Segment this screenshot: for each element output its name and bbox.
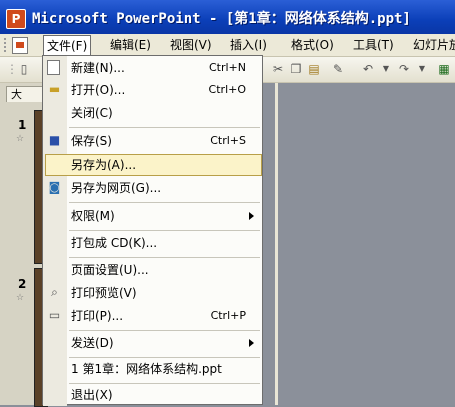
menu-item-exit[interactable]: 退出(X)	[71, 386, 113, 404]
slide-number-1: 1	[18, 118, 27, 132]
menu-item-print-preview[interactable]: 打印预览(V)	[71, 284, 137, 302]
menu-item-close[interactable]: 关闭(C)	[71, 104, 113, 122]
submenu-arrow-icon	[249, 212, 254, 220]
slide-work-area	[263, 83, 455, 405]
file-menu-dropdown: 新建(N)... Ctrl+N ▬ 打开(O)... Ctrl+O 关闭(C) …	[42, 55, 263, 406]
menu-separator	[69, 330, 260, 331]
slide-edge	[275, 83, 278, 405]
shortcut-save: Ctrl+S	[210, 134, 246, 147]
tab-outline[interactable]: 大	[6, 86, 46, 102]
shortcut-new: Ctrl+N	[208, 61, 246, 74]
title-bar: P Microsoft PowerPoint - [第1章：网络体系结构.ppt…	[0, 0, 455, 34]
slide-animation-icon-2: ☆	[16, 293, 25, 303]
menu-bar: 文件(F) 编辑(E) 视图(V) 插入(I) 格式(O) 工具(T) 幻灯片放	[0, 34, 455, 57]
new-icon[interactable]: ▯	[16, 61, 32, 77]
submenu-arrow-icon	[249, 339, 254, 347]
menu-item-open[interactable]: 打开(O)...	[71, 81, 125, 99]
shortcut-print: Ctrl+P	[210, 309, 246, 322]
menu-separator	[69, 383, 260, 384]
menu-file[interactable]: 文件(F)	[43, 35, 92, 55]
menu-separator	[69, 357, 260, 358]
menu-separator	[69, 230, 260, 231]
copy-icon[interactable]: ❐	[288, 61, 304, 77]
menu-item-save-as[interactable]: 另存为(A)...	[71, 156, 136, 174]
printer-icon: ▭	[48, 308, 61, 322]
menu-separator	[69, 202, 260, 203]
menu-item-send[interactable]: 发送(D)	[71, 334, 114, 352]
slide-animation-icon-1: ☆	[16, 134, 25, 144]
menu-tools[interactable]: 工具(T)	[350, 36, 397, 54]
menu-separator	[69, 127, 260, 128]
menu-icon-column	[43, 56, 67, 406]
menu-item-recent-file[interactable]: 1 第1章：网络体系结构.ppt	[71, 360, 222, 378]
redo-icon[interactable]: ↷	[396, 61, 412, 77]
paste-icon[interactable]: ▤	[306, 61, 322, 77]
open-folder-icon: ▬	[48, 82, 61, 96]
menu-item-page-setup[interactable]: 页面设置(U)...	[71, 261, 149, 279]
menu-edit[interactable]: 编辑(E)	[107, 36, 154, 54]
print-preview-icon: ⌕	[51, 285, 58, 299]
redo-dropdown-icon[interactable]: ▼	[414, 61, 430, 77]
menu-separator	[69, 257, 260, 258]
menu-view[interactable]: 视图(V)	[167, 36, 215, 54]
menu-item-save[interactable]: 保存(S)	[71, 132, 112, 150]
menu-insert[interactable]: 插入(I)	[227, 36, 270, 54]
menu-item-new[interactable]: 新建(N)...	[71, 59, 125, 77]
shortcut-open: Ctrl+O	[208, 83, 246, 96]
menubar-grip-icon[interactable]	[4, 38, 9, 52]
menu-item-save-as-web[interactable]: 另存为网页(G)...	[71, 179, 161, 197]
menu-item-package-cd[interactable]: 打包成 CD(K)...	[71, 234, 157, 252]
menu-item-permission[interactable]: 权限(M)	[71, 207, 115, 225]
format-painter-icon[interactable]: ✎	[330, 61, 346, 77]
document-control-icon[interactable]	[12, 37, 28, 54]
cut-icon[interactable]: ✂	[270, 61, 286, 77]
menu-format[interactable]: 格式(O)	[288, 36, 337, 54]
insert-chart-icon[interactable]: ▦	[436, 61, 452, 77]
slide-number-2: 2	[18, 277, 27, 291]
powerpoint-app-icon[interactable]: P	[6, 9, 26, 29]
web-page-icon: ◙	[48, 180, 61, 194]
save-disk-icon: ■	[48, 133, 61, 147]
undo-icon[interactable]: ↶	[360, 61, 376, 77]
menu-slideshow[interactable]: 幻灯片放	[410, 36, 455, 54]
undo-dropdown-icon[interactable]: ▼	[378, 61, 394, 77]
new-document-icon	[47, 60, 60, 75]
menu-item-print[interactable]: 打印(P)...	[71, 307, 123, 325]
window-title: Microsoft PowerPoint - [第1章：网络体系结构.ppt]	[32, 11, 411, 27]
